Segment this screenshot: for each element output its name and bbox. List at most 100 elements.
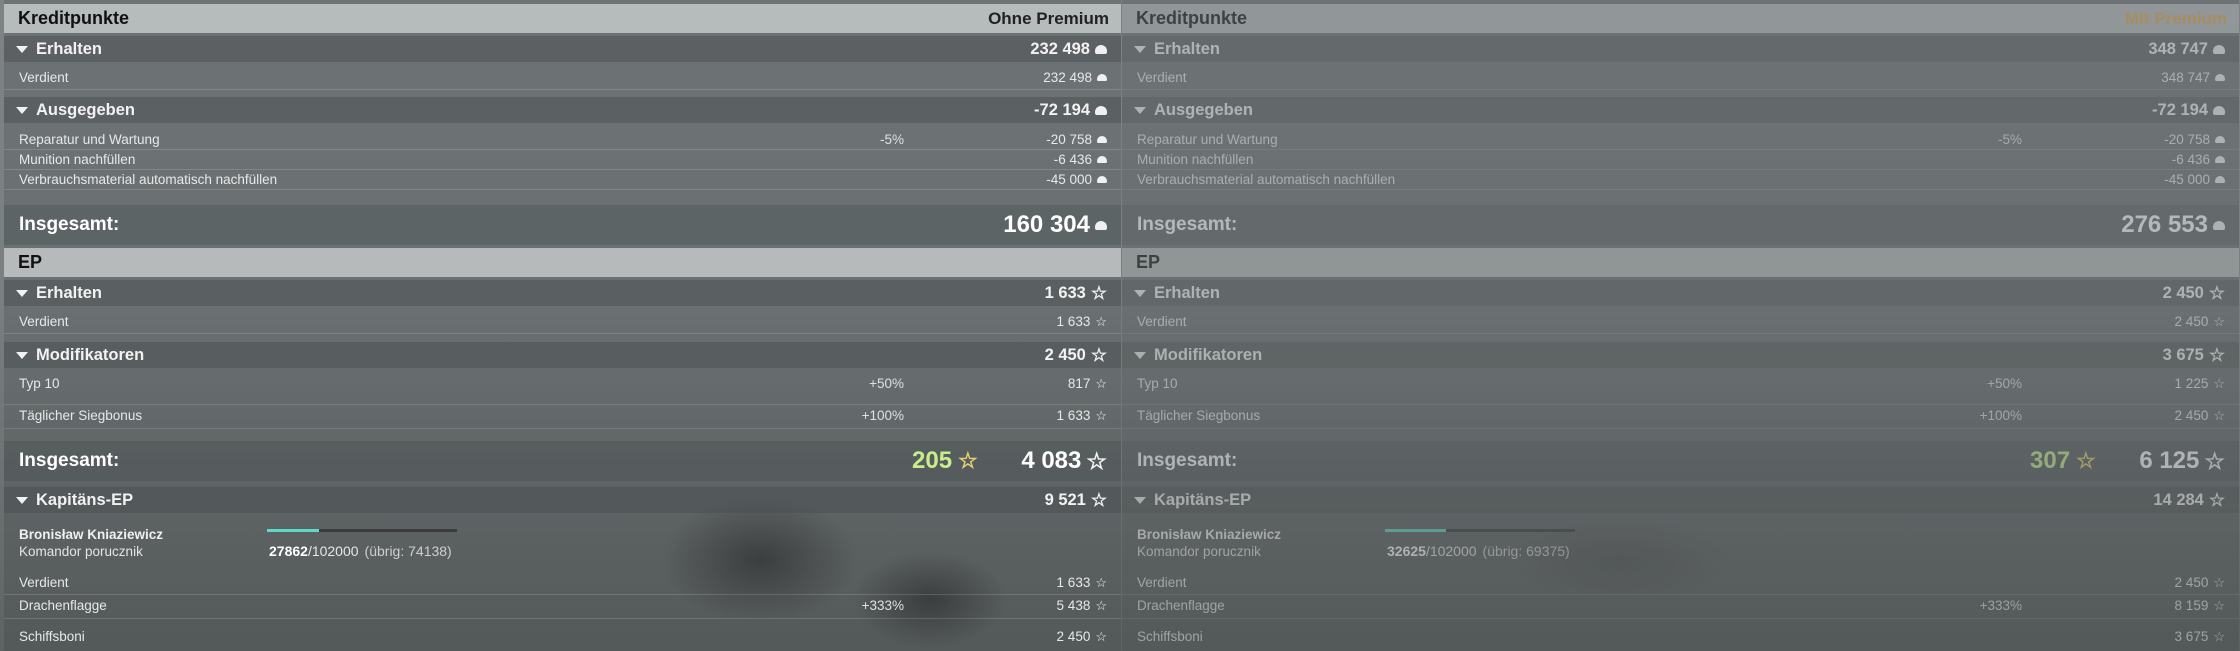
xp-star-icon: ☆ [1095,407,1107,423]
credits-total-label: Insgesamt: [1137,214,1238,235]
ep-section-title: EP [18,252,43,272]
captain-xp-earned-row-label: Verdient [1137,575,1187,590]
credits-earned-row: Verdient 348 747 [1122,68,2239,87]
row-divider [1122,89,2239,90]
consumables-refill-row-label: Verbrauchsmaterial automatisch nachfülle… [1137,172,1396,187]
xp-star-icon: ☆ [2213,597,2225,613]
consumables-refill-row: Verbrauchsmaterial automatisch nachfülle… [4,170,1121,189]
collapse-triangle-icon[interactable] [1134,351,1146,359]
captain-rank: Komandor porucznik [19,544,143,559]
repair-cost-row-value: -20 758 [2164,132,2210,147]
free-xp-value: 307 [2030,447,2071,474]
captain-xp-earned-row-value: 2 450 [2174,575,2209,590]
ep-total-label: Insgesamt: [1137,450,1238,471]
daily-win-bonus-row: Täglicher Siegbonus +100% 2 450 ☆ [1122,406,2239,425]
dragon-flag-row-value: 5 438 [1056,598,1091,613]
captain-xp-earned-row: Verdient 1 633 ☆ [4,573,1121,592]
daily-win-bonus-row: Täglicher Siegbonus +100% 1 633 ☆ [4,406,1121,425]
collapse-triangle-icon[interactable] [1134,496,1146,504]
credits-icon [1095,220,1107,230]
row-divider [1122,189,2239,190]
consumables-refill-row-value: -45 000 [2164,172,2210,187]
xp-star-icon: ☆ [2213,313,2225,329]
dragon-flag-row-percent: +333% [861,598,904,613]
ship-type-modifier-row: Typ 10 +50% 1 225 ☆ [1122,374,2239,393]
credits-total-row: Insgesamt: 160 304 [4,205,1121,245]
credits-earned-group[interactable]: Erhalten 232 498 [4,36,1121,62]
ep-earned-group[interactable]: Erhalten 1 633 ☆ [4,280,1121,306]
ep-section-header: EP [1122,248,2239,277]
ep-earned-row: Verdient 1 633 ☆ [4,312,1121,331]
credits-earned-row-value: 348 747 [2161,70,2210,85]
ep-modifiers-group-label: Modifikatoren [36,345,145,364]
row-divider [4,404,1121,405]
credits-icon [1097,136,1107,143]
xp-star-icon: ☆ [1090,283,1107,303]
account-type-label: Mit Premium [2124,8,2227,28]
credits-section-title: Kreditpunkte [18,8,130,28]
collapse-triangle-icon[interactable] [16,496,28,504]
xp-star-icon: ☆ [2213,574,2225,590]
ammo-refill-row: Munition nachfüllen -6 436 [1122,150,2239,169]
captain-xp-group[interactable]: Kapitäns-EP 9 521 ☆ [4,487,1121,513]
collapse-triangle-icon[interactable] [1134,106,1146,114]
free-xp-total: 205 ☆ [912,447,978,475]
xp-star-icon: ☆ [1095,375,1107,391]
xp-star-icon: ☆ [2213,375,2225,391]
captain-xp-group[interactable]: Kapitäns-EP 14 284 ☆ [1122,487,2239,513]
ep-total-label: Insgesamt: [19,450,120,471]
collapse-triangle-icon[interactable] [16,106,28,114]
repair-cost-row-percent: -5% [879,132,904,147]
credits-earned-row-value: 232 498 [1043,70,1092,85]
xp-star-icon: ☆ [1090,345,1107,365]
captain-xp-group-label: Kapitäns-EP [1154,490,1252,509]
captain-rank: Komandor porucznik [1137,544,1261,559]
captain-xp-progress-fill [1385,529,1446,532]
credits-spent-group[interactable]: Ausgegeben -72 194 [1122,97,2239,123]
ep-modifiers-group-label: Modifikatoren [1154,345,1263,364]
row-divider [4,594,1121,595]
ep-earned-group[interactable]: Erhalten 2 450 ☆ [1122,280,2239,306]
right-results-panel: Kreditpunkte Mit Premium Erhalten 348 74… [1122,0,2239,651]
ammo-refill-row: Munition nachfüllen -6 436 [4,150,1121,169]
row-divider [4,333,1121,334]
credits-earned-row-label: Verdient [19,70,69,85]
ep-modifiers-group[interactable]: Modifikatoren 2 450 ☆ [4,342,1121,368]
dragon-flag-row-label: Drachenflagge [19,598,107,613]
ep-modifiers-group-value: 3 675 [2162,345,2204,364]
xp-star-icon: ☆ [1095,628,1107,644]
credits-earned-group[interactable]: Erhalten 348 747 [1122,36,2239,62]
collapse-triangle-icon[interactable] [1134,289,1146,297]
credits-total-row: Insgesamt: 276 553 [1122,205,2239,245]
consumables-refill-row-value: -45 000 [1046,172,1092,187]
xp-star-icon: ☆ [2208,345,2225,365]
ship-bonus-row-label: Schiffsboni [19,629,85,644]
dragon-flag-row-percent: +333% [1979,598,2022,613]
credits-earned-row: Verdient 232 498 [4,68,1121,87]
collapse-triangle-icon[interactable] [16,351,28,359]
collapse-triangle-icon[interactable] [1134,45,1146,53]
ep-modifiers-group[interactable]: Modifikatoren 3 675 ☆ [1122,342,2239,368]
captain-xp-readout: 32625/102000 (übrig: 69375) [1387,543,1570,559]
captain-name: Bronisław Kniaziewicz [1137,527,1282,542]
free-xp-total: 307 ☆ [2030,447,2096,475]
ship-bonus-row-label: Schiffsboni [1137,629,1203,644]
credits-spent-group[interactable]: Ausgegeben -72 194 [4,97,1121,123]
captain-xp-progress-bar [1385,529,1575,532]
ep-earned-row-label: Verdient [1137,314,1187,329]
ep-modifiers-group-value: 2 450 [1044,345,1086,364]
repair-cost-row: Reparatur und Wartung -5% -20 758 [1122,130,2239,149]
row-divider [4,428,1121,429]
collapse-triangle-icon[interactable] [16,289,28,297]
ship-type-modifier-row-value: 1 225 [2174,376,2209,391]
dragon-flag-row: Drachenflagge +333% 8 159 ☆ [1122,596,2239,615]
ship-type-modifier-row-label: Typ 10 [19,376,60,391]
daily-win-bonus-row-label: Täglicher Siegbonus [19,408,143,423]
row-divider [4,189,1121,190]
credits-icon [2213,105,2225,115]
ep-section-title: EP [1136,252,1161,272]
row-divider [4,89,1121,90]
credits-icon [2215,74,2225,81]
collapse-triangle-icon[interactable] [16,45,28,53]
consumables-refill-row: Verbrauchsmaterial automatisch nachfülle… [1122,170,2239,189]
